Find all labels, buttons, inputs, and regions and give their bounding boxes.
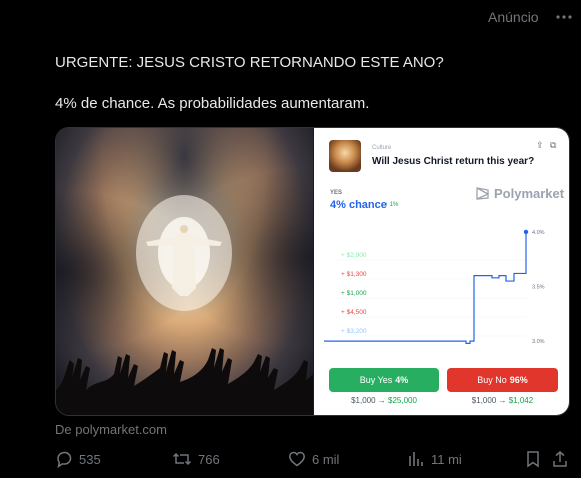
repost-button[interactable]: 766: [172, 450, 220, 468]
chance-value: 4% chance: [330, 199, 387, 211]
tweet-text-line1: URGENTE: JESUS CRISTO RETORNANDO ESTE AN…: [55, 54, 444, 71]
bookmark-icon: [527, 451, 539, 468]
views-button[interactable]: 11 mi: [407, 450, 462, 468]
like-button[interactable]: 6 mil: [288, 450, 339, 468]
action-bar: 535 766 6 mil 11 mi: [0, 450, 581, 470]
yes-payout: $1,000 → $25,000: [351, 396, 417, 405]
no-payout: $1,000 → $1,042: [471, 396, 534, 405]
buy-yes-value: 4%: [395, 375, 409, 385]
chance-delta: ↑ 1%: [385, 202, 399, 208]
buy-no-label: Buy No: [477, 375, 507, 385]
polymarket-logo-icon: [476, 187, 490, 200]
like-icon: [289, 451, 305, 467]
views-count: 11 mi: [431, 451, 462, 467]
trade-label: + $1,300: [341, 271, 367, 278]
y-tick-label: 3.0%: [532, 339, 545, 345]
buy-yes-button[interactable]: Buy Yes 4%: [329, 368, 439, 392]
more-button[interactable]: [553, 9, 575, 25]
market-question: Will Jesus Christ return this year?: [372, 156, 535, 167]
y-tick-label: 4.0%: [532, 230, 545, 236]
buy-yes-label: Buy Yes: [359, 375, 393, 385]
share-post-button[interactable]: [552, 450, 568, 468]
jesus-ascension-photo: [56, 128, 313, 415]
market-category: Culture: [372, 145, 392, 151]
yes-label: YES: [330, 190, 343, 196]
odds-chart: + $2,900 + $1,300 + $1,000 + $4,500 + $3,200…: [324, 229, 545, 345]
reply-count: 535: [79, 451, 101, 467]
tweet-text-line2: 4% de chance. As probabilidades aumentar…: [55, 95, 370, 112]
bookmark-button[interactable]: [525, 450, 541, 468]
odds-current-point: [523, 229, 529, 235]
link-icon[interactable]: ⧉: [550, 140, 556, 151]
ad-label: Anúncio: [488, 9, 539, 25]
yes-payout-to: $25,000: [388, 396, 417, 405]
source-link[interactable]: De polymarket.com: [55, 422, 167, 437]
market-avatar: [329, 140, 361, 172]
no-payout-from: $1,000: [471, 396, 497, 405]
buy-no-button[interactable]: Buy No 96%: [447, 368, 558, 392]
no-payout-to: $1,042: [508, 396, 534, 405]
share-post-icon: [553, 451, 567, 467]
views-icon: [409, 452, 423, 466]
polymarket-brand: Polymarket: [476, 186, 564, 201]
repost-count: 766: [198, 451, 220, 467]
yes-payout-from: $1,000: [351, 396, 376, 405]
reply-icon: [57, 451, 72, 468]
share-icon[interactable]: ⇪: [536, 140, 544, 151]
odds-line: [324, 231, 527, 344]
polymarket-brand-label: Polymarket: [494, 186, 565, 201]
y-tick-label: 3.5%: [532, 285, 545, 291]
trade-label: + $3,200: [341, 328, 367, 335]
media-card[interactable]: Culture Will Jesus Christ return this ye…: [55, 127, 570, 416]
polymarket-card[interactable]: Culture Will Jesus Christ return this ye…: [313, 128, 569, 415]
reply-button[interactable]: 535: [55, 450, 101, 468]
trade-label: + $2,900: [341, 252, 367, 259]
buy-no-value: 96%: [509, 375, 528, 385]
like-count: 6 mil: [312, 451, 340, 467]
trade-label: + $4,500: [341, 309, 367, 316]
trade-label: + $1,000: [341, 290, 367, 297]
more-icon: [556, 15, 572, 19]
repost-icon: [172, 452, 192, 466]
